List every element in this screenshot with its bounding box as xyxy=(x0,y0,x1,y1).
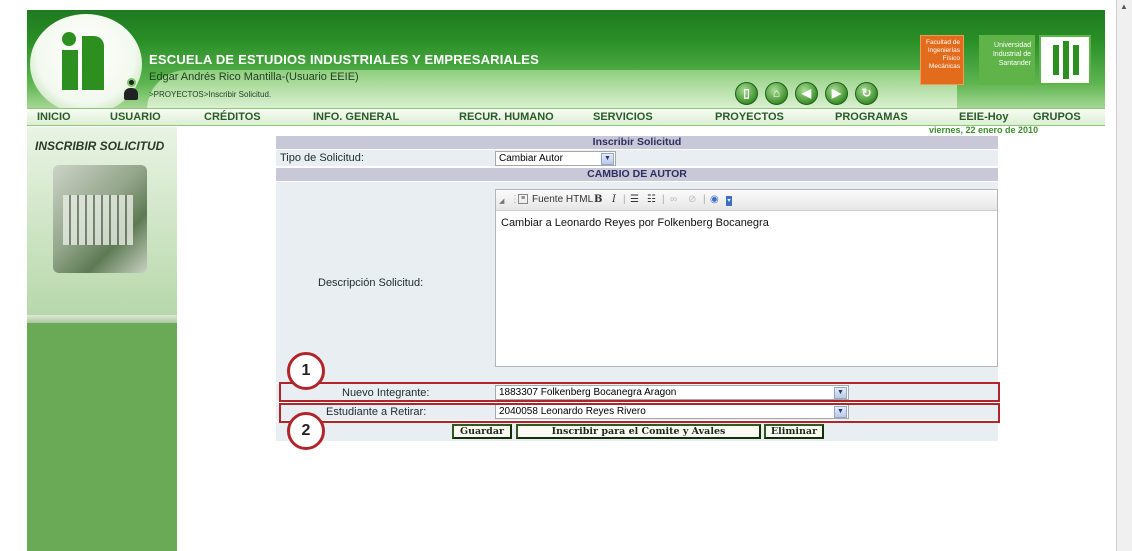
menu-item-creditos[interactable]: CRÉDITOS xyxy=(204,111,261,123)
toolbar-separator-2: | xyxy=(662,194,665,205)
link-icon[interactable]: ∞ xyxy=(670,194,677,205)
sidebar-divider xyxy=(27,315,177,323)
descripcion-text[interactable]: Cambiar a Leonardo Reyes por Folkenberg … xyxy=(501,217,769,229)
sidebar-title: INSCRIBIR SOLICITUD xyxy=(35,139,165,153)
highlight-box-1 xyxy=(279,382,1000,402)
site-header: ESCUELA DE ESTUDIOS INDUSTRIALES Y EMPRE… xyxy=(27,10,1105,114)
annotation-marker-2: 2 xyxy=(287,412,325,450)
numbered-list-icon[interactable]: ☰ xyxy=(630,194,639,205)
menu-item-usuario[interactable]: USUARIO xyxy=(110,111,161,123)
guardar-button[interactable]: Guardar xyxy=(452,424,512,439)
menu-item-eeie-hoy[interactable]: EEIE-Hoy xyxy=(959,111,1009,123)
eliminar-button[interactable]: Eliminar xyxy=(764,424,824,439)
uis-text-logo[interactable]: Universidad Industrial de Santander xyxy=(979,35,1035,85)
tipo-label: Tipo de Solicitud: xyxy=(280,152,364,164)
help-icon[interactable]: ◉ xyxy=(710,194,719,205)
building-photo xyxy=(53,165,147,273)
page: ▲ ESCUELA DE ESTUDIOS INDUSTRIALES Y EMP… xyxy=(0,0,1132,551)
door-icon[interactable]: ▯ xyxy=(735,82,758,105)
menu-item-programas[interactable]: PROGRAMAS xyxy=(835,111,908,123)
sidebar-header: INSCRIBIR SOLICITUD xyxy=(27,127,177,321)
back-icon[interactable]: ◀ xyxy=(795,82,818,105)
forward-icon[interactable]: ▶ xyxy=(825,82,848,105)
menu-item-recur-humano[interactable]: RECUR. HUMANO xyxy=(459,111,554,123)
highlight-box-2 xyxy=(279,403,1000,423)
italic-icon[interactable]: I xyxy=(612,194,616,205)
source-html-button[interactable]: Fuente HTML xyxy=(532,194,593,205)
bulleted-list-icon[interactable]: ☷ xyxy=(647,194,656,205)
breadcrumb: >PROYECTOS>Inscribir Solicitud. xyxy=(149,90,272,99)
buttons-row: Guardar Inscribir para el Comite y Avale… xyxy=(276,422,998,442)
user-name: Edgar Andrés Rico Mantilla-(Usuario EEIE… xyxy=(149,71,359,83)
tipo-select[interactable]: Cambiar Autor ▼ xyxy=(495,151,616,166)
menu-item-inicio[interactable]: INICIO xyxy=(37,111,71,123)
main-menu: INICIO USUARIO CRÉDITOS INFO. GENERAL RE… xyxy=(27,108,1105,126)
menu-item-grupos[interactable]: GRUPOS xyxy=(1033,111,1081,123)
source-icon[interactable]: ≡ xyxy=(518,194,528,204)
descripcion-label: Descripción Solicitud: xyxy=(318,277,424,289)
toolbar-separator-3: | xyxy=(703,194,706,205)
menu-item-proyectos[interactable]: PROYECTOS xyxy=(715,111,784,123)
toolbar-separator: | xyxy=(623,194,626,205)
current-date: viernes, 22 enero de 2010 xyxy=(929,125,1039,135)
vertical-scrollbar[interactable]: ▲ xyxy=(1116,0,1132,551)
form-header: Inscribir Solicitud xyxy=(276,136,998,149)
chevron-down-icon[interactable]: ▼ xyxy=(601,153,614,165)
bold-icon[interactable]: B xyxy=(594,194,602,205)
inscribir-comite-button[interactable]: Inscribir para el Comite y Avales xyxy=(516,424,761,439)
faculty-logo[interactable]: Facultad de Ingenierías Físico Mecánicas xyxy=(920,35,964,85)
unlink-icon[interactable]: ⊘ xyxy=(688,194,696,205)
toolbar-expand-icon[interactable]: ▾ xyxy=(726,196,732,206)
nav-icons: ▯ ⌂ ◀ ▶ ↻ xyxy=(735,82,878,106)
uis-logo[interactable] xyxy=(1039,35,1091,85)
school-title: ESCUELA DE ESTUDIOS INDUSTRIALES Y EMPRE… xyxy=(149,52,540,67)
home-icon[interactable]: ⌂ xyxy=(765,82,788,105)
menu-item-servicios[interactable]: SERVICIOS xyxy=(593,111,653,123)
collapse-toolbar-icon[interactable]: ◢ xyxy=(499,197,504,205)
left-sidebar: INSCRIBIR SOLICITUD xyxy=(27,127,177,551)
menu-item-info-general[interactable]: INFO. GENERAL xyxy=(313,111,399,123)
section-header: CAMBIO DE AUTOR xyxy=(276,168,998,181)
tipo-row: Tipo de Solicitud: Cambiar Autor ▼ xyxy=(276,150,998,167)
editor-toolbar: ◢ ⋮ ≡ Fuente HTML B I | ☰ ☷ | ∞ ⊘ | ◉ ▾ xyxy=(496,190,997,211)
user-icon xyxy=(123,78,139,100)
eeie-logo-mark xyxy=(58,32,114,92)
rich-text-editor[interactable]: ◢ ⋮ ≡ Fuente HTML B I | ☰ ☷ | ∞ ⊘ | ◉ ▾ … xyxy=(495,189,998,367)
tipo-select-value: Cambiar Autor xyxy=(499,153,563,164)
scroll-up-icon[interactable]: ▲ xyxy=(1119,2,1129,12)
annotation-marker-1: 1 xyxy=(287,352,325,390)
frame-margin xyxy=(0,0,26,551)
refresh-icon[interactable]: ↻ xyxy=(855,82,878,105)
